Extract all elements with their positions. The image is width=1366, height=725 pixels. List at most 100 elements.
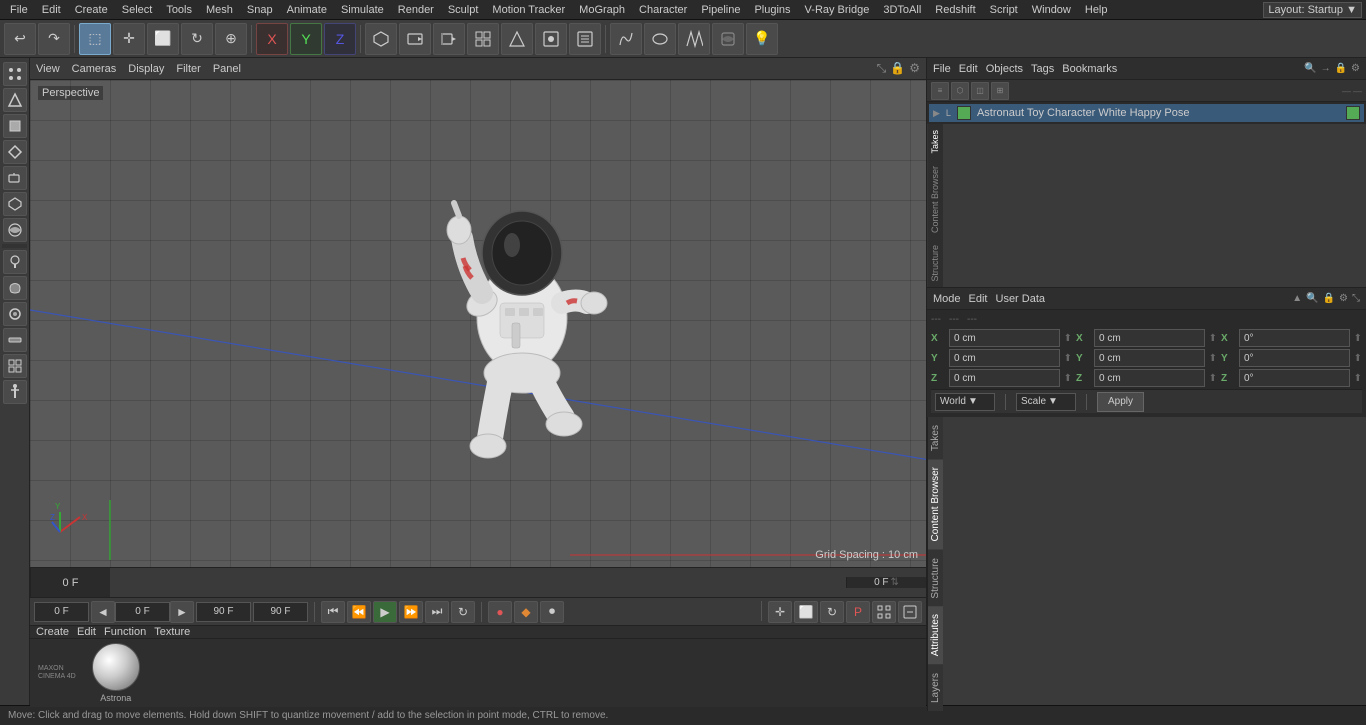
scale-tool[interactable]: ⬜	[147, 23, 179, 55]
scale-x-arrow[interactable]: ⬆	[1354, 333, 1362, 344]
end-frame-field2[interactable]: 90 F	[253, 602, 308, 622]
obj-rtab-browser[interactable]: Content Browser	[928, 160, 943, 239]
cube-tool[interactable]	[365, 23, 397, 55]
end-frame-field[interactable]: 90 F	[196, 602, 251, 622]
scale-pb[interactable]: ⬜	[794, 601, 818, 623]
rot-y-field[interactable]: 0 cm	[1094, 349, 1205, 367]
rtab-content-browser[interactable]: Content Browser	[928, 459, 943, 549]
pos-y-field[interactable]: 0 cm	[949, 349, 1060, 367]
mode-poly[interactable]	[3, 114, 27, 138]
material-preview[interactable]	[92, 643, 140, 691]
menu-mesh[interactable]: Mesh	[200, 2, 239, 18]
viewport-menu-cameras[interactable]: Cameras	[72, 63, 117, 75]
viewport-menu-panel[interactable]: Panel	[213, 63, 241, 75]
grid-tool[interactable]	[3, 354, 27, 378]
record-pb[interactable]: P	[846, 601, 870, 623]
rot-x-arrow[interactable]: ⬆	[1209, 333, 1217, 344]
obj-tag[interactable]	[1346, 106, 1360, 120]
pos-x-arrow[interactable]: ⬆	[1064, 333, 1072, 344]
light-btn[interactable]: 💡	[746, 23, 778, 55]
frame-up-btn[interactable]: ►	[170, 601, 194, 623]
viewport-menu-filter[interactable]: Filter	[176, 63, 200, 75]
select-tool[interactable]: ⬚	[79, 23, 111, 55]
obj-menu-tags[interactable]: Tags	[1031, 63, 1054, 75]
scale-z-arrow[interactable]: ⬆	[1354, 373, 1362, 384]
attr-menu-mode[interactable]: Mode	[933, 293, 961, 305]
x-axis[interactable]: X	[256, 23, 288, 55]
menu-vray[interactable]: V-Ray Bridge	[799, 2, 876, 18]
attr-arrow-up[interactable]: ▲	[1292, 293, 1302, 304]
scale-x-field[interactable]: 0°	[1239, 329, 1350, 347]
z-axis[interactable]: Z	[324, 23, 356, 55]
grid-pb[interactable]	[872, 601, 896, 623]
sculpt-flatten[interactable]	[3, 328, 27, 352]
menu-plugins[interactable]: Plugins	[748, 2, 796, 18]
menu-script[interactable]: Script	[984, 2, 1024, 18]
mode-edges[interactable]	[3, 88, 27, 112]
attr-settings-icon[interactable]: ⚙	[1339, 293, 1348, 304]
menu-animate[interactable]: Animate	[281, 2, 333, 18]
deformer-btn[interactable]	[644, 23, 676, 55]
move-tool[interactable]: ✛	[113, 23, 145, 55]
menu-create[interactable]: Create	[69, 2, 114, 18]
material-menu-texture[interactable]: Texture	[154, 626, 190, 638]
transform-tool[interactable]: ⊕	[215, 23, 247, 55]
pos-y-arrow[interactable]: ⬆	[1064, 353, 1072, 364]
menu-render[interactable]: Render	[392, 2, 440, 18]
mode-object[interactable]	[3, 166, 27, 190]
sculpt-inflate[interactable]	[3, 276, 27, 300]
rot-y-arrow[interactable]: ⬆	[1209, 353, 1217, 364]
render-queue[interactable]	[569, 23, 601, 55]
auto-key[interactable]: ⏺	[540, 601, 564, 623]
obj-rtab-takes[interactable]: Takes	[928, 124, 943, 160]
step-back[interactable]: ⏪	[347, 601, 371, 623]
record-keyframe[interactable]: ◆	[514, 601, 538, 623]
obj-tb-3[interactable]: ◫	[971, 82, 989, 100]
layout-dropdown[interactable]: Layout: Startup ▼	[1263, 2, 1362, 18]
menu-3dtoall[interactable]: 3DToAll	[877, 2, 927, 18]
rotate-tool[interactable]: ↻	[181, 23, 213, 55]
menu-help[interactable]: Help	[1079, 2, 1114, 18]
step-forward[interactable]: ⏩	[399, 601, 423, 623]
render-btn[interactable]	[501, 23, 533, 55]
menu-sculpt[interactable]: Sculpt	[442, 2, 485, 18]
scale-y-arrow[interactable]: ⬆	[1354, 353, 1362, 364]
menu-pipeline[interactable]: Pipeline	[695, 2, 746, 18]
material-menu-edit[interactable]: Edit	[77, 626, 96, 638]
menu-snap[interactable]: Snap	[241, 2, 279, 18]
mode-uvw[interactable]	[3, 140, 27, 164]
frame-down-btn[interactable]: ◄	[91, 601, 115, 623]
obj-expand-icon[interactable]: ▶	[933, 108, 940, 119]
loop-btn[interactable]: ↻	[451, 601, 475, 623]
viewport-btn[interactable]	[467, 23, 499, 55]
pos-x-field[interactable]: 0 cm	[949, 329, 1060, 347]
mode-scene[interactable]	[3, 192, 27, 216]
menu-window[interactable]: Window	[1026, 2, 1077, 18]
scale-z-field[interactable]: 0°	[1239, 369, 1350, 387]
rtab-attributes[interactable]: Attributes	[928, 606, 943, 664]
obj-arrow-icon[interactable]: →	[1321, 63, 1331, 74]
frame-end-arrows[interactable]: ⇅	[891, 577, 899, 588]
rot-x-field[interactable]: 0 cm	[1094, 329, 1205, 347]
apply-button[interactable]: Apply	[1097, 392, 1144, 412]
viewport-menu-display[interactable]: Display	[128, 63, 164, 75]
menu-simulate[interactable]: Simulate	[335, 2, 390, 18]
obj-settings-icon[interactable]: ⚙	[1351, 63, 1360, 74]
obj-lock-icon[interactable]: 🔒	[1335, 63, 1347, 74]
go-to-start[interactable]: ⏮	[321, 601, 345, 623]
redo-button[interactable]: ↷	[38, 23, 70, 55]
anim-pb[interactable]	[898, 601, 922, 623]
menu-tools[interactable]: Tools	[160, 2, 198, 18]
start-frame-field[interactable]: 0 F	[34, 602, 89, 622]
rtab-takes[interactable]: Takes	[928, 417, 943, 459]
viewport-icon-lock[interactable]: 🔒	[890, 61, 905, 76]
attr-expand-icon[interactable]: ⤡	[1352, 293, 1360, 304]
nurbs-btn[interactable]	[610, 23, 642, 55]
obj-tb-4[interactable]: ⊞	[991, 82, 1009, 100]
rtab-structure[interactable]: Structure	[928, 550, 943, 607]
obj-tb-2[interactable]: ⬡	[951, 82, 969, 100]
menu-edit[interactable]: Edit	[36, 2, 67, 18]
record-stop[interactable]: ●	[488, 601, 512, 623]
rotate-pb[interactable]: ↻	[820, 601, 844, 623]
pos-z-arrow[interactable]: ⬆	[1064, 373, 1072, 384]
